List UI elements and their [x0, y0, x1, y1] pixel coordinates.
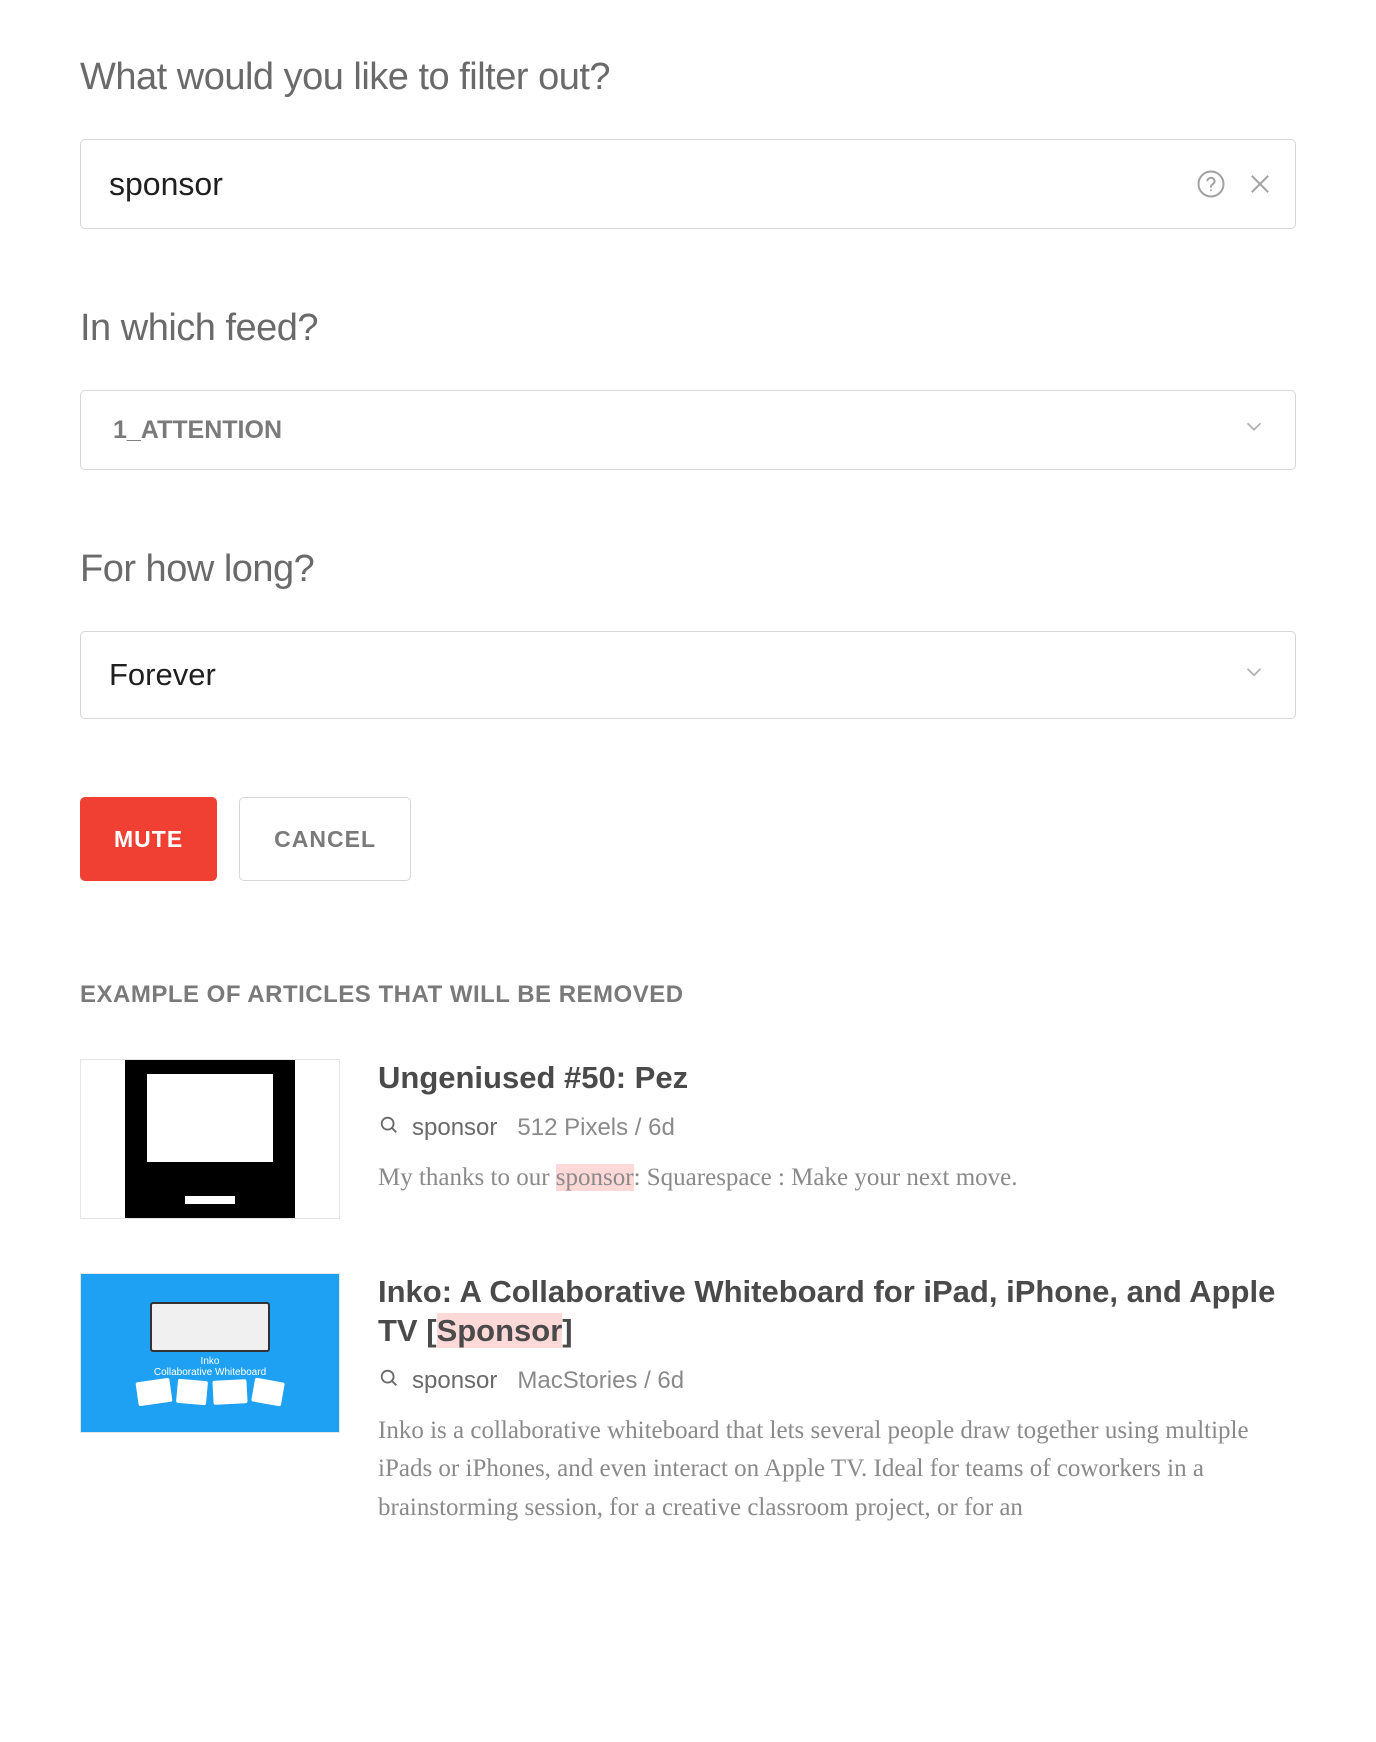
example-article: InkoCollaborative Whiteboard Inko: A Col… — [80, 1273, 1296, 1528]
filter-label: What would you like to filter out? — [80, 56, 1296, 99]
article-source: 512 Pixels / 6d — [517, 1114, 674, 1142]
duration-label: For how long? — [80, 548, 1296, 591]
feed-select[interactable]: 1_ATTENTION — [80, 390, 1296, 470]
article-thumbnail: InkoCollaborative Whiteboard — [80, 1273, 340, 1433]
article-title: Ungeniused #50: Pez — [378, 1059, 1296, 1098]
filter-section: What would you like to filter out? — [80, 56, 1296, 229]
filter-input[interactable] — [80, 139, 1296, 229]
meta-keyword: sponsor — [412, 1367, 497, 1395]
article-meta: sponsor 512 Pixels / 6d — [378, 1114, 1296, 1143]
article-title: Inko: A Collaborative Whiteboard for iPa… — [378, 1273, 1296, 1351]
input-icons — [1196, 169, 1274, 199]
article-source: MacStories / 6d — [517, 1367, 684, 1395]
chevron-down-icon — [1241, 657, 1267, 693]
feed-label: In which feed? — [80, 307, 1296, 350]
article-body: Ungeniused #50: Pez sponsor 512 Pixels /… — [378, 1059, 1296, 1219]
action-buttons: MUTE CANCEL — [80, 797, 1296, 881]
article-thumbnail — [80, 1059, 340, 1219]
article-body: Inko: A Collaborative Whiteboard for iPa… — [378, 1273, 1296, 1528]
thumbnail-image: InkoCollaborative Whiteboard — [81, 1274, 339, 1432]
help-icon[interactable] — [1196, 169, 1226, 199]
meta-keyword: sponsor — [412, 1114, 497, 1142]
search-icon — [378, 1114, 400, 1143]
article-snippet: My thanks to our sponsor: Squarespace : … — [378, 1159, 1296, 1198]
feed-section: In which feed? 1_ATTENTION — [80, 307, 1296, 470]
feed-selected-value: 1_ATTENTION — [113, 416, 282, 445]
clear-icon[interactable] — [1246, 170, 1274, 198]
filter-input-container — [80, 139, 1296, 229]
example-article: Ungeniused #50: Pez sponsor 512 Pixels /… — [80, 1059, 1296, 1219]
cancel-button[interactable]: CANCEL — [239, 797, 411, 881]
duration-select[interactable]: Forever — [80, 631, 1296, 719]
search-icon — [378, 1367, 400, 1396]
duration-selected-value: Forever — [109, 657, 216, 693]
article-snippet: Inko is a collaborative whiteboard that … — [378, 1412, 1296, 1528]
duration-section: For how long? Forever — [80, 548, 1296, 719]
thumbnail-image — [125, 1060, 295, 1218]
examples-header: EXAMPLE OF ARTICLES THAT WILL BE REMOVED — [80, 981, 1296, 1009]
mute-button[interactable]: MUTE — [80, 797, 217, 881]
chevron-down-icon — [1241, 414, 1267, 447]
article-meta: sponsor MacStories / 6d — [378, 1367, 1296, 1396]
